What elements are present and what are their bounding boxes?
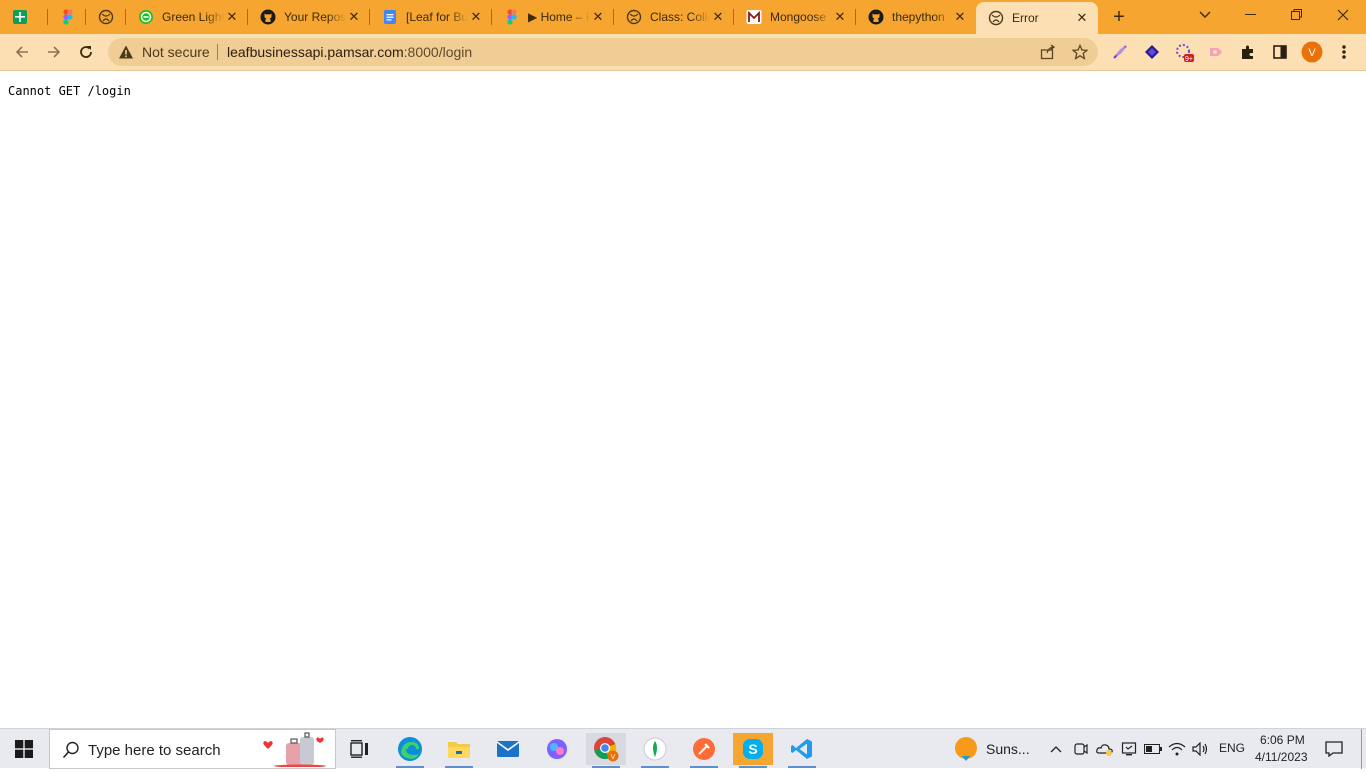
edge-browser-icon[interactable] (390, 733, 430, 768)
profile-initial: V (1308, 47, 1316, 59)
url-host: leafbusinessapi.pamsar.com (227, 44, 404, 60)
green-light-icon (138, 9, 154, 25)
profile-avatar[interactable]: V (1298, 38, 1326, 66)
taskbar-search-box[interactable]: Type here to search (49, 729, 336, 769)
postman-icon[interactable] (684, 733, 724, 768)
close-icon[interactable]: ✕ (710, 9, 726, 25)
tab-error-active[interactable]: Error ✕ (976, 2, 1098, 34)
reload-button[interactable] (72, 38, 100, 66)
search-icon (62, 741, 80, 764)
task-view-icon[interactable] (340, 733, 380, 765)
google-sheets-icon (12, 9, 28, 25)
tab-search-chevron-icon[interactable] (1182, 0, 1228, 30)
tab-title: Error (1012, 11, 1039, 25)
language-indicator[interactable]: ENG (1219, 741, 1245, 755)
share-icon[interactable] (1034, 38, 1062, 66)
notification-center-icon[interactable] (1318, 733, 1350, 765)
page-content: Cannot GET /login (0, 71, 1366, 728)
bookmark-star-icon[interactable] (1066, 38, 1094, 66)
error-message: Cannot GET /login (8, 84, 131, 98)
close-icon[interactable]: ✕ (224, 9, 240, 25)
tab-leaf-for-business[interactable]: [Leaf for Business ✕ (370, 0, 492, 34)
tab-mongoose[interactable]: Mongoose ✕ (734, 0, 856, 34)
display-settings-icon[interactable] (1118, 733, 1140, 765)
stacks-extension-icon[interactable] (1138, 38, 1166, 66)
chrome-icon[interactable]: V (586, 733, 626, 768)
close-window-button[interactable] (1320, 0, 1366, 30)
side-panel-icon[interactable] (1266, 38, 1294, 66)
mail-icon[interactable] (488, 733, 528, 765)
windows-start-button[interactable] (4, 733, 44, 765)
new-tab-button[interactable]: + (1108, 6, 1130, 28)
copilot-app-icon[interactable] (537, 733, 577, 765)
tab-title: Class: Collection (650, 10, 710, 24)
close-icon[interactable]: ✕ (346, 9, 362, 25)
close-icon[interactable]: ✕ (468, 9, 484, 25)
file-explorer-icon[interactable] (439, 733, 479, 768)
back-button[interactable] (8, 38, 36, 66)
minimize-button[interactable] (1228, 0, 1274, 30)
figma-icon (504, 9, 520, 25)
mongodb-compass-icon[interactable] (635, 733, 675, 768)
forward-button[interactable] (40, 38, 68, 66)
extension-badge-icon[interactable]: 9+ (1170, 38, 1198, 66)
tab-title: thepython (892, 10, 945, 24)
tab-class-collection[interactable]: Class: Collection ✕ (614, 0, 734, 34)
tab-title: [Leaf for Business (406, 10, 468, 24)
close-icon[interactable]: ✕ (1074, 10, 1090, 26)
weather-text[interactable]: Suns... (986, 741, 1030, 757)
svg-text:V: V (611, 754, 616, 761)
meet-now-icon[interactable] (1070, 733, 1092, 765)
weather-sunny-icon[interactable] (950, 733, 982, 765)
windows-taskbar: Type here to search V S Suns... ENG 6:06… (0, 728, 1366, 769)
screen-recorder-extension-icon[interactable] (1202, 38, 1230, 66)
clock-date[interactable]: 4/11/2023 (1255, 750, 1308, 764)
battery-icon[interactable] (1142, 733, 1164, 765)
figma-icon (60, 9, 76, 25)
warning-icon[interactable] (118, 44, 134, 60)
globe-icon (98, 9, 114, 25)
security-label[interactable]: Not secure (142, 44, 210, 60)
tab-strip: Green Light ✕ Your Repositories ✕ [Leaf … (0, 0, 1366, 34)
globe-icon (988, 10, 1004, 26)
close-icon[interactable]: ✕ (590, 9, 606, 25)
tab-title: Your Repositories (284, 10, 346, 24)
tab-your-repositories[interactable]: Your Repositories ✕ (248, 0, 370, 34)
globe-icon (626, 9, 642, 25)
show-desktop-button[interactable] (1361, 729, 1362, 769)
tab-green-light[interactable]: Green Light ✕ (126, 0, 248, 34)
wifi-icon[interactable] (1166, 733, 1188, 765)
extensions-puzzle-icon[interactable] (1234, 38, 1262, 66)
vscode-icon[interactable] (782, 733, 822, 768)
menu-kebab-icon[interactable] (1330, 38, 1358, 66)
github-icon (868, 9, 884, 25)
url-path: :8000/login (403, 44, 473, 60)
tab-thepython[interactable]: thepython ✕ (856, 0, 976, 34)
tab-home-figma[interactable]: ▶ Home – Figma ✕ (492, 0, 614, 34)
tab-title: Mongoose (770, 10, 827, 24)
tab-title: Green Light (162, 10, 224, 24)
google-docs-icon (382, 9, 398, 25)
tab-pinned-sheets[interactable] (0, 0, 48, 34)
mongoose-icon (746, 9, 762, 25)
svg-text:S: S (748, 741, 757, 757)
onedrive-icon[interactable] (1094, 733, 1116, 765)
tray-chevron-up-icon[interactable] (1046, 733, 1066, 765)
feather-extension-icon[interactable] (1106, 38, 1134, 66)
extension-badge-count: 9+ (1185, 56, 1193, 62)
clock-time[interactable]: 6:06 PM (1260, 733, 1305, 747)
search-placeholder: Type here to search (88, 742, 221, 759)
volume-icon[interactable] (1190, 733, 1212, 765)
close-icon[interactable]: ✕ (832, 9, 848, 25)
close-icon[interactable]: ✕ (952, 9, 968, 25)
tab-pinned-figma[interactable] (48, 0, 86, 34)
tab-pinned-globe[interactable] (86, 0, 126, 34)
restore-button[interactable] (1274, 0, 1320, 30)
skype-icon[interactable]: S (733, 733, 773, 768)
github-icon (260, 9, 276, 25)
url-text[interactable]: leafbusinessapi.pamsar.com:8000/login (227, 44, 472, 60)
tab-title: ▶ Home – Figma (528, 10, 590, 24)
search-highlight-illustration-icon (260, 731, 336, 768)
